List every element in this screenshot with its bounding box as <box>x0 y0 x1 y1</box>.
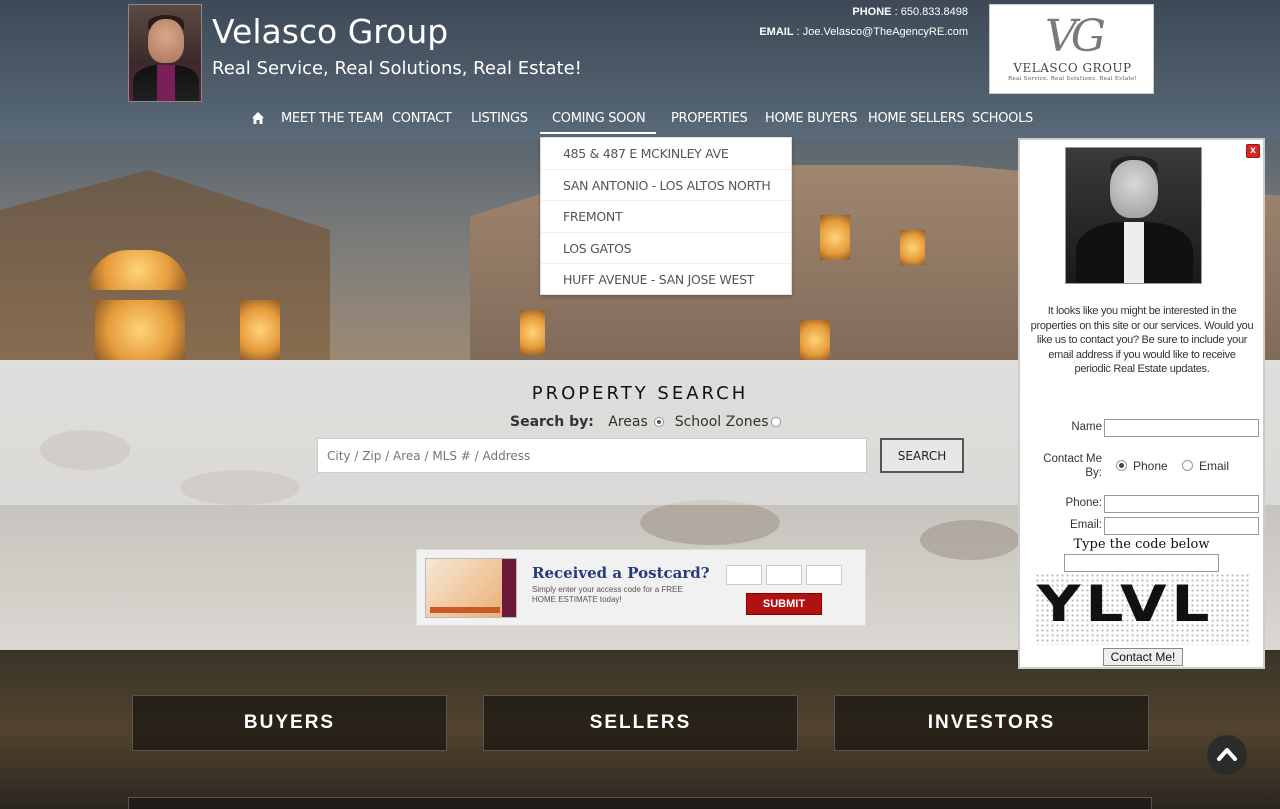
dropdown-item[interactable]: HUFF AVENUE - SAN JOSE WEST <box>541 264 791 296</box>
brand-title: Velasco Group <box>212 12 449 51</box>
email-line: EMAIL : Joe.Velasco@TheAgencyRE.com <box>759 26 968 38</box>
nav-home-sellers[interactable]: HOME SELLERS <box>868 104 965 134</box>
house-window <box>820 215 850 260</box>
phone-line: PHONE : 650.833.8498 <box>852 6 968 18</box>
access-code-field-2[interactable] <box>766 565 802 585</box>
phone-radio[interactable] <box>1116 460 1127 471</box>
phone-field-label: Phone: <box>1065 497 1102 509</box>
email-field[interactable] <box>1104 517 1259 535</box>
search-by-row: Search by: Areas School Zones <box>510 414 781 430</box>
agent-face <box>148 19 184 63</box>
email-radio-label: Email <box>1199 459 1230 473</box>
popup-message: It looks like you might be interested in… <box>1030 305 1254 375</box>
portrait-shirt <box>1124 222 1144 283</box>
areas-radio[interactable] <box>654 417 665 427</box>
house-window <box>520 310 545 355</box>
dropdown-item[interactable]: 485 & 487 E MCKINLEY AVE <box>541 138 791 170</box>
captcha-label: Type the code below <box>1073 537 1210 552</box>
nav-properties[interactable]: PROPERTIES <box>671 104 748 134</box>
access-code-field-1[interactable] <box>726 565 762 585</box>
dropdown-item[interactable]: SAN ANTONIO - LOS ALTOS NORTH <box>541 170 791 201</box>
postcard-description: Simply enter your access code for a FREE… <box>532 585 683 604</box>
postcard-thumbnail-caption <box>430 607 500 613</box>
captcha-text: YLVL <box>1037 575 1215 633</box>
chevron-up-icon <box>1217 748 1237 761</box>
search-by-label: Search by: <box>510 414 594 430</box>
school-zones-radio[interactable] <box>770 417 781 427</box>
postcard-title: Received a Postcard? <box>532 564 710 582</box>
postcard-thumbnail <box>425 558 517 618</box>
postcard-widget: Received a Postcard? Simply enter your a… <box>416 549 866 626</box>
brand-logo[interactable]: VG VELASCO GROUP Real Service. Real Solu… <box>989 4 1154 94</box>
nav-home-buyers[interactable]: HOME BUYERS <box>765 104 857 134</box>
email-link[interactable]: Joe.Velasco@TheAgencyRE.com <box>803 26 968 38</box>
logo-monogram: VG <box>1045 11 1106 62</box>
nav-listings[interactable]: LISTINGS <box>471 104 528 134</box>
house-window <box>800 320 830 360</box>
scroll-top-button[interactable] <box>1207 735 1247 775</box>
contact-me-button[interactable]: Contact Me! <box>1103 648 1183 666</box>
investors-card[interactable]: INVESTORS <box>834 695 1149 751</box>
logo-name: VELASCO GROUP <box>1013 61 1132 75</box>
email-field-label: Email: <box>1070 519 1102 531</box>
bottom-panel <box>128 797 1152 809</box>
name-label: Name <box>1071 421 1102 433</box>
email-radio[interactable] <box>1182 460 1193 471</box>
coming-soon-dropdown: 485 & 487 E MCKINLEY AVE SAN ANTONIO - L… <box>540 137 792 295</box>
postcard-submit-button[interactable]: SUBMIT <box>746 593 822 615</box>
close-icon[interactable]: x <box>1246 144 1260 158</box>
name-field[interactable] <box>1104 419 1259 437</box>
access-code-field-3[interactable] <box>806 565 842 585</box>
agent-shirt <box>157 65 175 101</box>
captcha-field[interactable] <box>1064 554 1219 572</box>
main-nav: MEET THE TEAM CONTACT LISTINGS COMING SO… <box>0 104 1280 134</box>
captcha-image: YLVL <box>1035 573 1250 645</box>
agent-portrait <box>1065 147 1202 284</box>
house-window <box>900 230 925 265</box>
nav-meet-the-team[interactable]: MEET THE TEAM <box>281 104 383 134</box>
phone-radio-label: Phone <box>1133 459 1168 473</box>
logo-subtitle: Real Service. Real Solutions. Real Estat… <box>1007 76 1138 82</box>
search-button[interactable]: SEARCH <box>880 438 964 473</box>
sellers-card[interactable]: SELLERS <box>483 695 798 751</box>
brand-tagline: Real Service, Real Solutions, Real Estat… <box>212 58 582 79</box>
property-search-input[interactable] <box>317 438 867 473</box>
nav-schools[interactable]: SCHOOLS <box>972 104 1033 134</box>
postcard-thumbnail-band <box>502 559 516 617</box>
phone-label: PHONE <box>852 6 892 18</box>
contact-me-by-label: Contact Me By: <box>1043 453 1102 479</box>
buyers-card[interactable]: BUYERS <box>132 695 447 751</box>
phone-number[interactable]: 650.833.8498 <box>901 6 968 18</box>
dropdown-item[interactable]: FREMONT <box>541 201 791 233</box>
contact-popup: x It looks like you might be interested … <box>1018 138 1265 669</box>
house-window <box>240 300 280 360</box>
nav-coming-soon[interactable]: COMING SOON <box>540 104 656 134</box>
house-window <box>95 300 185 360</box>
option-areas-label: Areas <box>608 414 648 430</box>
agent-photo <box>128 4 202 102</box>
dropdown-item[interactable]: LOS GATOS <box>541 233 791 264</box>
option-school-zones-label: School Zones <box>674 414 769 430</box>
portrait-face <box>1110 160 1158 218</box>
phone-field[interactable] <box>1104 495 1259 513</box>
nav-contact[interactable]: CONTACT <box>392 104 452 134</box>
email-label: EMAIL <box>759 26 794 38</box>
